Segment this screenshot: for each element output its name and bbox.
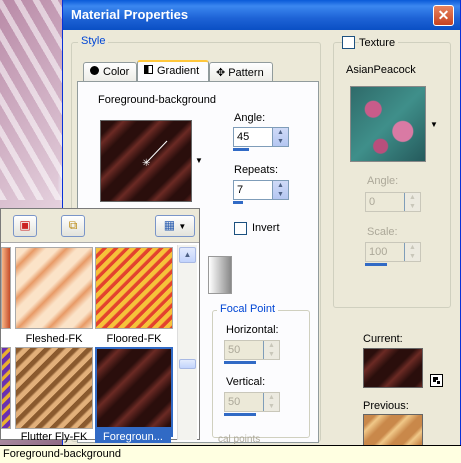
repeats-slider-bar[interactable] (233, 201, 243, 204)
vertical-spinner[interactable]: 50 ▲ ▼ (224, 392, 280, 412)
gradient-picker-popup: ▣ ⧉ ▦ ▼ Fleshed-FK Floored-FK Flutter Fl… (0, 208, 200, 443)
repeats-spinner[interactable]: 7 ▲ ▼ (233, 180, 289, 200)
texture-dropdown-arrow-icon[interactable]: ▼ (430, 120, 438, 129)
invert-checkbox[interactable] (234, 222, 247, 235)
swap-icon[interactable] (430, 374, 443, 387)
gradient-tile-partial[interactable] (1, 247, 11, 329)
tab-pattern[interactable]: ✥ Pattern (209, 62, 273, 82)
resource-manager-button[interactable]: ▣ (13, 215, 37, 237)
chevron-down-icon: ▼ (178, 222, 187, 231)
previous-swatch[interactable] (363, 414, 423, 448)
gradient-editor-button[interactable] (208, 256, 232, 294)
gradient-dropdown-arrow-icon[interactable]: ▼ (195, 156, 203, 165)
svg-text:✳: ✳ (142, 158, 150, 169)
gradient-preview[interactable]: ✳ (100, 120, 192, 202)
previous-label: Previous: (363, 400, 409, 412)
texture-preview[interactable] (350, 86, 426, 162)
gradient-tab-icon (144, 65, 153, 74)
title-bar[interactable]: Material Properties ✕ (63, 0, 460, 30)
pattern-tab-icon: ✥ (216, 67, 226, 79)
popup-toolbar: ▣ ⧉ ▦ ▼ (1, 209, 199, 243)
angle-spinner[interactable]: 45 ▲ ▼ (233, 127, 289, 147)
gradient-tile-partial[interactable] (1, 347, 11, 429)
status-tooltip: Foreground-background (0, 445, 461, 463)
texture-checkbox[interactable] (342, 36, 355, 49)
gradient-angle-indicator: ✳ (142, 140, 168, 169)
tab-color[interactable]: Color (83, 62, 137, 82)
color-tab-icon (90, 66, 99, 75)
popup-scrollbar[interactable]: ▲ (177, 245, 197, 440)
vertical-label: Vertical: (226, 376, 266, 388)
texture-scale-label: Scale: (367, 226, 398, 238)
angle-slider-bar[interactable] (233, 148, 249, 151)
copy-icon: ⧉ (68, 218, 78, 232)
gradient-tile-flutter-fly[interactable] (15, 347, 93, 429)
focal-points-label: cal points (218, 434, 261, 445)
tab-gradient[interactable]: Gradient (137, 60, 209, 82)
grid-view-icon: ▦ (163, 218, 176, 232)
angle-label: Angle: (234, 112, 266, 124)
gradient-tile-foreground-background[interactable] (95, 347, 173, 437)
horizontal-spinner[interactable]: 50 ▲ ▼ (224, 340, 280, 360)
resource-manager-icon: ▣ (19, 218, 31, 232)
texture-scale-spinner[interactable]: 100 ▲ ▼ (365, 242, 421, 262)
vertical-slider-bar[interactable] (224, 413, 256, 416)
texture-name: AsianPeacock (346, 64, 416, 76)
texture-scale-slider-bar[interactable] (365, 263, 387, 266)
horizontal-label: Horizontal: (226, 324, 279, 336)
gradient-tile-label: Fleshed-FK (25, 333, 83, 345)
close-button[interactable]: ✕ (433, 5, 454, 26)
current-label: Current: (363, 333, 403, 345)
style-group-label: Style (78, 35, 109, 47)
gradient-name: Foreground-background (98, 94, 217, 106)
texture-label: Texture (359, 37, 399, 49)
gradient-tile-floored[interactable] (95, 247, 173, 329)
gradient-tile-label: Floored-FK (106, 333, 162, 345)
horizontal-slider-bar[interactable] (224, 361, 256, 364)
current-swatch (363, 348, 423, 388)
scroll-thumb[interactable] (179, 359, 196, 369)
copy-resource-button[interactable]: ⧉ (61, 215, 85, 237)
scroll-up-icon[interactable]: ▲ (179, 247, 196, 263)
texture-angle-spinner[interactable]: 0 ▲ ▼ (365, 192, 421, 212)
focal-point-label: Focal Point (217, 303, 279, 315)
gradient-tile-label: Foregroun... (95, 431, 171, 443)
gradient-tile-label: Flutter Fly-FK (20, 431, 88, 443)
gradient-tile-fleshed[interactable] (15, 247, 93, 329)
texture-angle-label: Angle: (367, 175, 399, 187)
invert-label: Invert (252, 222, 280, 234)
view-options-button[interactable]: ▦ ▼ (155, 215, 195, 237)
repeats-label: Repeats: (234, 164, 279, 176)
window-title: Material Properties (71, 7, 189, 22)
